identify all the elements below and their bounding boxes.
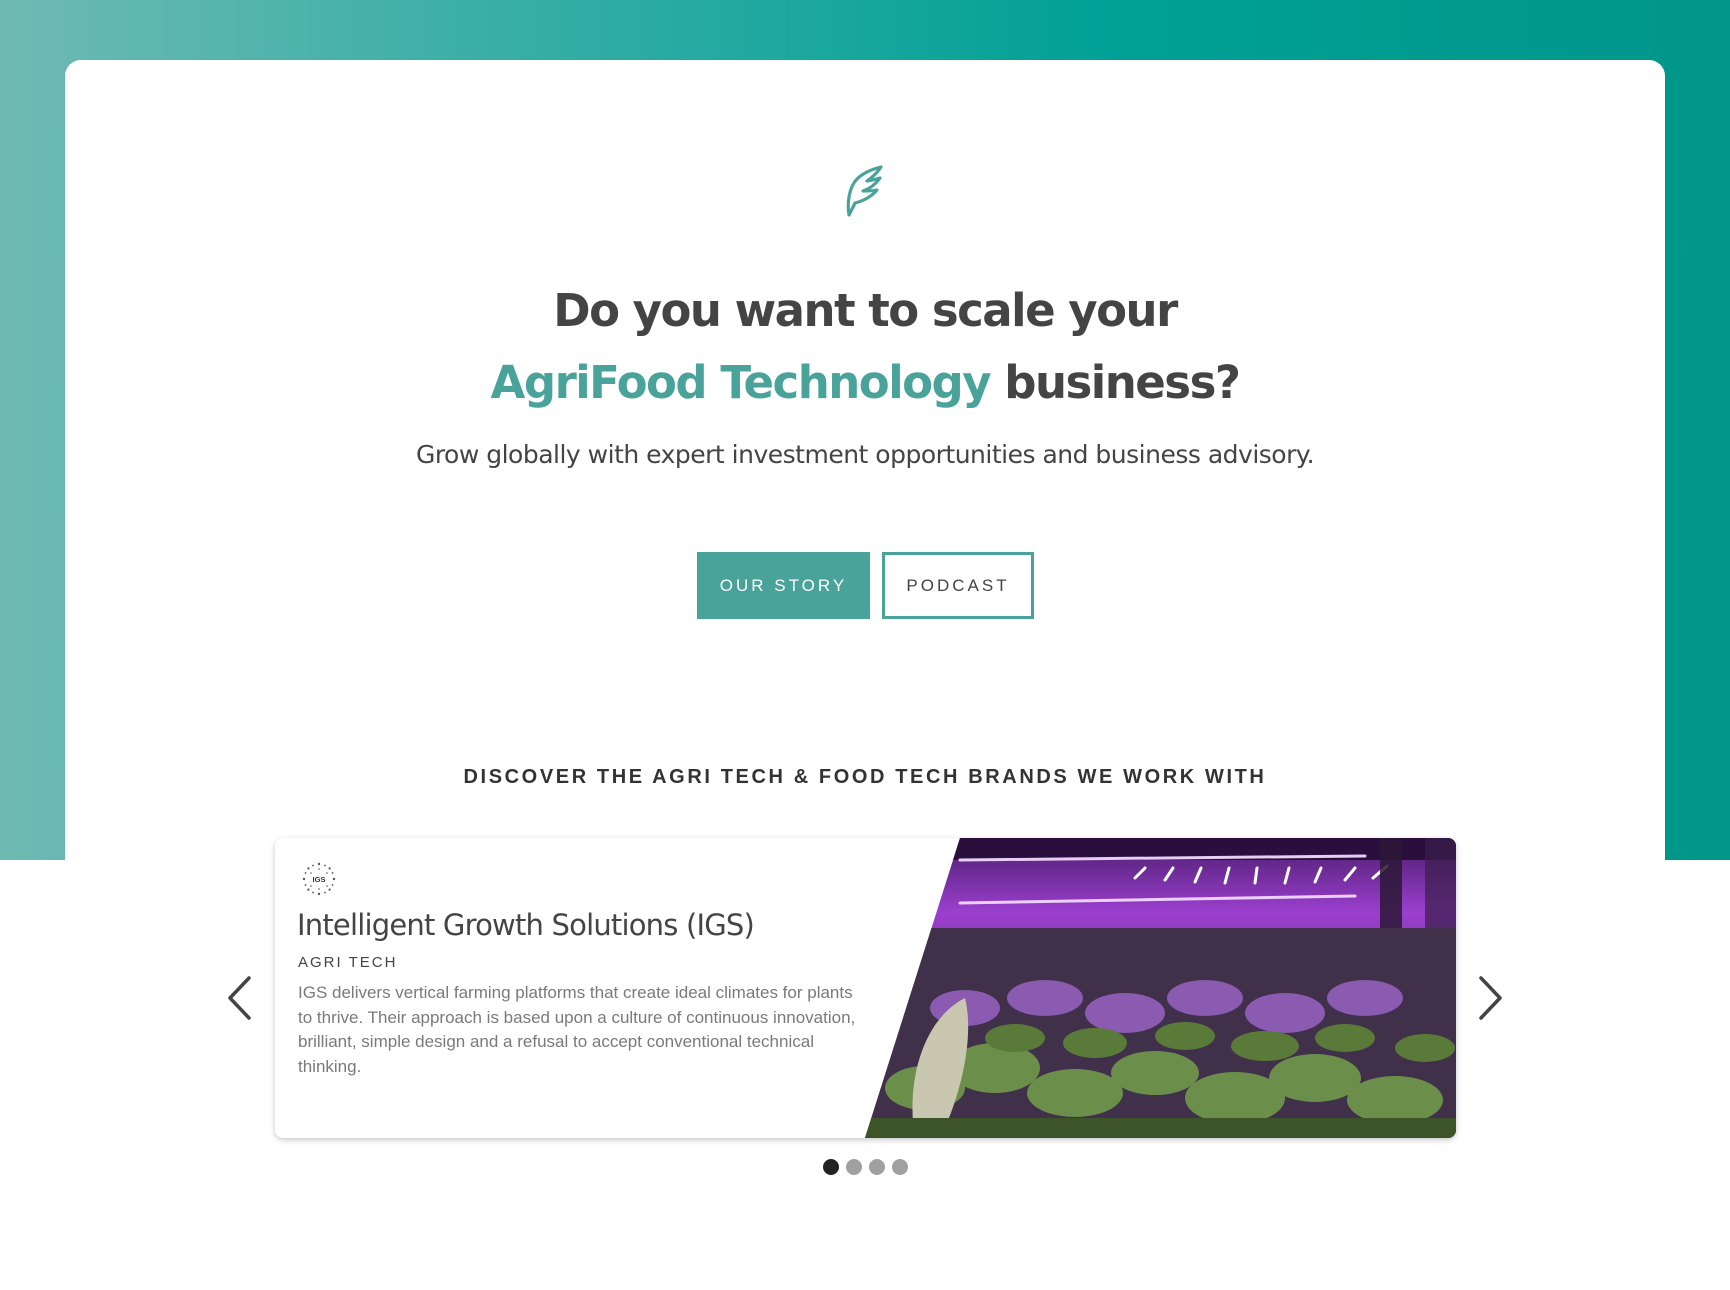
brand-title: Intelligent Growth Solutions (IGS): [297, 908, 755, 942]
chevron-right-icon[interactable]: [1475, 975, 1505, 1021]
headline-accent: AgriFood Technology: [490, 356, 992, 409]
carousel-dot-3[interactable]: [869, 1159, 885, 1175]
page: Do you want to scale your AgriFood Techn…: [0, 0, 1730, 1290]
brand-logo: IGS: [302, 862, 336, 896]
leaf-feather-icon[interactable]: [843, 165, 883, 217]
brands-section-heading: DISCOVER THE AGRI TECH & FOOD TECH BRAND…: [463, 766, 1267, 788]
carousel-pagination: [823, 1159, 908, 1175]
carousel-dot-4[interactable]: [892, 1159, 908, 1175]
brand-description: IGS delivers vertical farming platforms …: [298, 983, 856, 1076]
hero-subtitle: Grow globally with expert investment opp…: [415, 440, 1315, 469]
brand-logo-text: IGS: [313, 875, 326, 884]
headline-line1: Do you want to scale your: [553, 284, 1178, 337]
hero-headline: Do you want to scale your AgriFood Techn…: [0, 275, 1730, 419]
brand-carousel-slide[interactable]: IGS Intelligent Growth Solutions (IGS) A…: [275, 838, 1456, 1138]
brand-category: AGRI TECH: [298, 954, 398, 971]
carousel-dot-2[interactable]: [846, 1159, 862, 1175]
our-story-button[interactable]: OUR STORY: [697, 552, 870, 619]
podcast-button[interactable]: PODCAST: [882, 552, 1034, 619]
chevron-left-icon[interactable]: [225, 975, 255, 1021]
vertical-farm-photo: [865, 838, 1456, 1138]
headline-rest: business?: [990, 356, 1241, 409]
carousel-dot-1[interactable]: [823, 1159, 839, 1175]
